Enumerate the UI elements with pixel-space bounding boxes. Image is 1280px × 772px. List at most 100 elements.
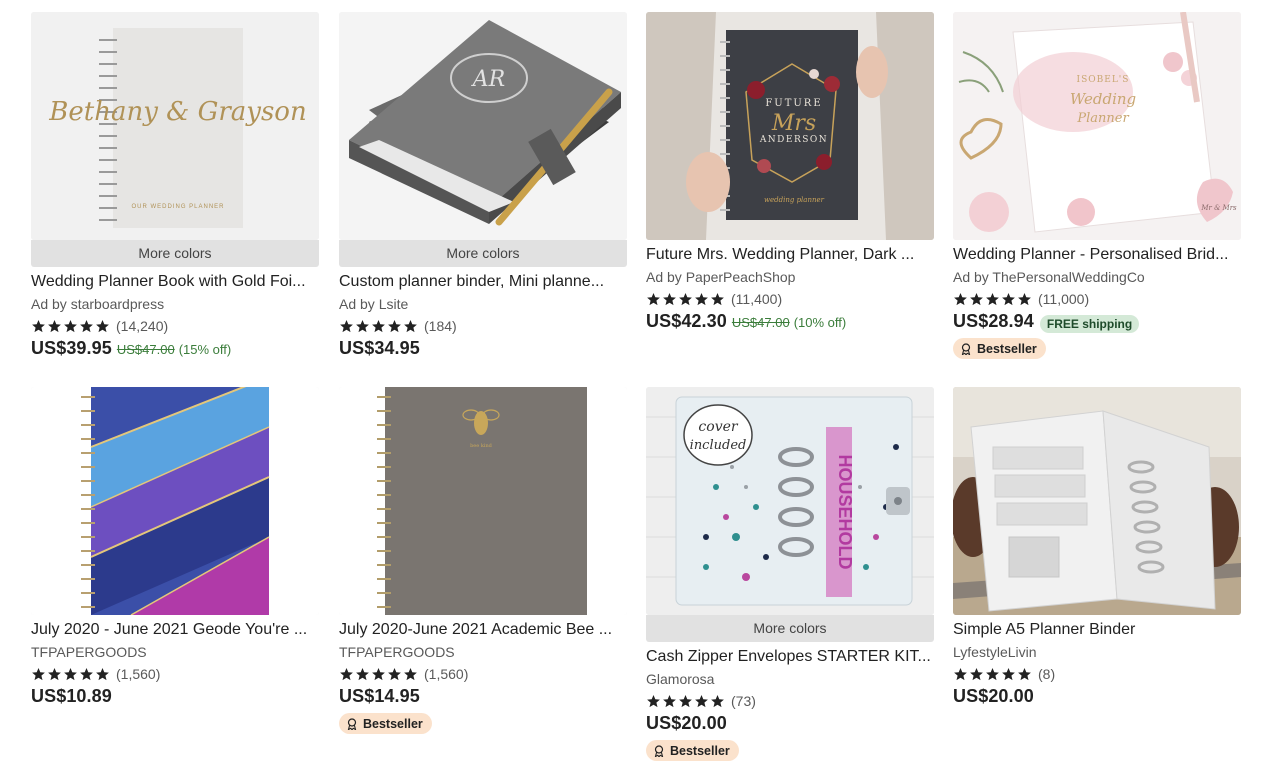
wedding-planner-image: Bethany & Grayson OUR WEDDING PLANNER <box>31 12 319 240</box>
listing-title[interactable]: Wedding Planner Book with Gold Foi... <box>31 271 319 293</box>
star-icon <box>647 694 660 707</box>
rating: (73) <box>646 690 934 712</box>
price-row: US$39.95 US$47.00 (15% off) <box>31 338 319 363</box>
star-icon <box>372 319 385 332</box>
listing-card[interactable]: ISOBEL'S Wedding Planner Mr & Mrs Weddin… <box>953 12 1241 360</box>
listing-image[interactable]: Bethany & Grayson OUR WEDDING PLANNER <box>31 12 319 240</box>
cover-monogram-text: AR <box>471 67 505 92</box>
star-icon <box>695 694 708 707</box>
listing-card[interactable]: Simple A5 Planner Binder LyfestyleLivin … <box>953 387 1241 711</box>
listing-title[interactable]: Simple A5 Planner Binder <box>953 619 1241 641</box>
shop-name: LyfestyleLivin <box>953 644 1037 660</box>
listing-title[interactable]: Cash Zipper Envelopes STARTER KIT... <box>646 646 934 668</box>
personalised-planner-image: ISOBEL'S Wedding Planner Mr & Mrs <box>953 12 1241 240</box>
star-icon <box>954 667 967 680</box>
price-row: US$14.95 <box>339 686 627 711</box>
more-colors-label: More colors <box>646 615 934 642</box>
rating: (1,560) <box>31 663 319 685</box>
price: US$42.30 <box>646 311 727 331</box>
price-row: US$28.94 FREE shipping <box>953 311 1241 336</box>
price-row: US$20.00 <box>646 713 934 738</box>
bestseller-label: Bestseller <box>977 341 1037 356</box>
review-count: (1,560) <box>424 666 469 682</box>
svg-text:OUR WEDDING PLANNER: OUR WEDDING PLANNER <box>131 204 224 210</box>
svg-text:Planner: Planner <box>1076 111 1129 126</box>
star-icon <box>340 667 353 680</box>
star-icon <box>1018 292 1031 305</box>
geode-planner-image <box>31 387 319 615</box>
price-row: US$20.00 <box>953 686 1241 711</box>
price-row: US$34.95 <box>339 338 627 363</box>
listing-image[interactable]: ISOBEL'S Wedding Planner Mr & Mrs <box>953 12 1241 240</box>
discount: (10% off) <box>793 315 847 330</box>
listing-card[interactable]: bee kind July 2020-June 2021 Academic Be… <box>339 387 627 735</box>
star-icon <box>404 319 417 332</box>
listing-image[interactable]: AR <box>339 12 627 240</box>
listing-card[interactable]: AR More colors Custom planner binder, Mi… <box>339 12 627 363</box>
star-icon <box>96 667 109 680</box>
more-colors-label: More colors <box>31 240 319 267</box>
star-rating <box>646 694 726 709</box>
review-count: (184) <box>424 318 457 334</box>
rating: (11,000) <box>953 288 1241 310</box>
future-mrs-planner-image: FUTURE Mrs ANDERSON wedding planner <box>646 12 934 240</box>
svg-text:ISOBEL'S: ISOBEL'S <box>1077 75 1130 85</box>
listing-title[interactable]: July 2020 - June 2021 Geode You're ... <box>31 619 319 641</box>
cover-script-text: Bethany & Grayson <box>48 97 306 127</box>
star-icon <box>356 319 369 332</box>
price: US$34.95 <box>339 338 420 358</box>
star-icon <box>32 667 45 680</box>
svg-text:included: included <box>690 438 747 453</box>
listing-title[interactable]: Wedding Planner - Personalised Brid... <box>953 244 1241 266</box>
star-rating <box>339 667 419 682</box>
svg-text:Mrs: Mrs <box>771 111 816 136</box>
a5-planner-binder-image <box>953 387 1241 615</box>
listing-image[interactable]: bee kind <box>339 387 627 615</box>
star-icon <box>32 319 45 332</box>
star-icon <box>340 319 353 332</box>
star-icon <box>647 292 660 305</box>
price: US$14.95 <box>339 686 420 706</box>
bestseller-label: Bestseller <box>363 716 423 731</box>
listing-image[interactable] <box>953 387 1241 615</box>
listing-image[interactable]: FUTURE Mrs ANDERSON wedding planner <box>646 12 934 240</box>
star-icon <box>695 292 708 305</box>
discount: (15% off) <box>178 342 232 357</box>
award-ribbon-icon <box>347 717 357 730</box>
listing-image[interactable]: HOUSEHOLD cover included <box>646 387 934 615</box>
listing-image[interactable] <box>31 387 319 615</box>
star-icon <box>986 667 999 680</box>
listing-card[interactable]: Bethany & Grayson OUR WEDDING PLANNER Mo… <box>31 12 319 363</box>
svg-text:ANDERSON: ANDERSON <box>759 135 828 145</box>
star-icon <box>986 292 999 305</box>
price: US$39.95 <box>31 338 112 358</box>
rating: (1,560) <box>339 663 627 685</box>
original-price: US$47.00 <box>731 315 790 330</box>
star-icon <box>64 667 77 680</box>
listing-card[interactable]: HOUSEHOLD cover included More colors Cas… <box>646 387 934 762</box>
star-icon <box>1018 667 1031 680</box>
review-count: (11,400) <box>731 291 783 307</box>
star-icon <box>96 319 109 332</box>
shop-name: TFPAPERGOODS <box>31 644 147 660</box>
star-rating <box>953 292 1033 307</box>
star-rating <box>953 667 1033 682</box>
star-rating <box>339 319 419 334</box>
review-count: (73) <box>731 693 756 709</box>
star-icon <box>64 319 77 332</box>
price: US$20.00 <box>646 713 727 733</box>
listing-card[interactable]: FUTURE Mrs ANDERSON wedding planner Futu… <box>646 12 934 336</box>
listing-title[interactable]: Custom planner binder, Mini planne... <box>339 271 627 293</box>
star-icon <box>954 292 967 305</box>
award-ribbon-icon <box>654 744 664 757</box>
listing-title[interactable]: July 2020-June 2021 Academic Bee ... <box>339 619 627 641</box>
star-icon <box>679 292 692 305</box>
star-icon <box>711 694 724 707</box>
shop-name: Ad by Lsite <box>339 296 409 312</box>
planner-binder-image: AR <box>339 12 627 240</box>
rating: (8) <box>953 663 1241 685</box>
star-icon <box>970 292 983 305</box>
listing-card[interactable]: July 2020 - June 2021 Geode You're ... T… <box>31 387 319 711</box>
listing-title[interactable]: Future Mrs. Wedding Planner, Dark ... <box>646 244 934 266</box>
shop-name: TFPAPERGOODS <box>339 644 455 660</box>
